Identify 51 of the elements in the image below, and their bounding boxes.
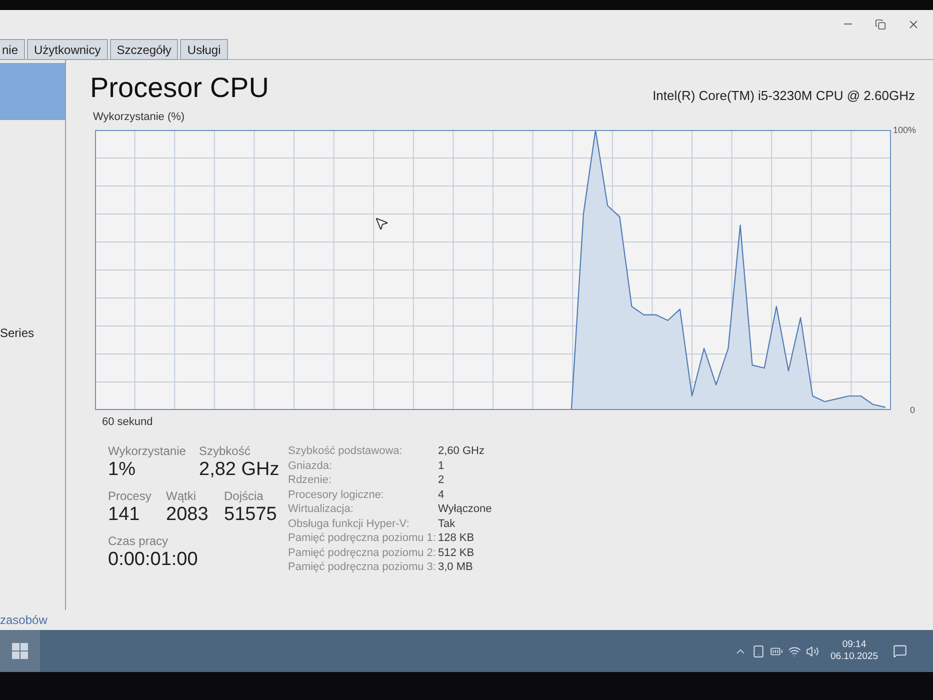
detail-label: Pamięć podręczna poziomu 3: [288,560,437,574]
stat-label: Wykorzystanie [108,444,187,458]
cpu-model-label: Intel(R) Core(TM) i5-3230M CPU @ 2.60GHz [652,88,915,104]
detail-label: Obsługa funkcji Hyper-V: [288,516,410,531]
tab[interactable]: Użytkownicy [27,39,108,60]
detail-label: Pamięć podręczna poziomu 2: [288,546,437,560]
taskbar-clock[interactable]: 09:14 06.10.2025 [830,639,878,663]
panel-title: Procesor CPU [90,72,269,104]
detail-value: 2,60 GHz [438,444,486,458]
chart-y-label: Wykorzystanie (%) [93,110,185,124]
detail-value: 1 [438,458,446,473]
stat-label: Dojścia [224,489,264,503]
mouse-pointer-icon [374,216,389,231]
time-span-label: 60 sekund [102,415,153,430]
footer-link[interactable]: zasobów [0,613,48,627]
stat-value: 0:00:01:00 [108,548,199,572]
detail-label: Procesory logiczne: [288,488,385,502]
y-tick-label: 0 [908,404,915,416]
stat-value: 1% [108,458,136,482]
detail-value: Tak [438,516,456,531]
detail-value: 512 KB [438,546,476,560]
notification-icon[interactable] [893,644,907,658]
tab[interactable]: Szczegóły [110,39,178,60]
stat-label: Wątki [166,489,197,503]
detail-value: 3,0 MB [438,560,474,574]
detail-value: Wyłączone [438,502,492,516]
detail-value: 2 [438,473,446,488]
detail-label: Wirtualizacja: [288,502,354,516]
stat-value: 141 [108,503,141,527]
detail-value: 128 KB [438,531,476,546]
detail-label: Pamięć podręczna poziomu 1: [288,531,437,546]
start-icon [12,643,28,659]
tab[interactable]: Usługi [180,39,228,60]
stat-label: Czas pracy [108,534,170,548]
sidebar-item[interactable]: Series [0,325,65,341]
tab[interactable]: nie [0,39,26,60]
stat-value: 2,82 GHz [199,458,280,482]
detail-value: 4 [438,488,446,502]
volume-icon[interactable] [806,644,820,658]
stat-value: 51575 [224,503,278,527]
stat-label: Szybkość [199,444,252,458]
detail-label: Gniazda: [288,458,334,473]
detail-label: Rdzenie: [288,473,332,488]
restore-icon [875,18,886,30]
wifi-icon[interactable] [788,644,802,658]
stat-label: Procesy [108,489,152,503]
tablet-icon[interactable] [752,644,766,658]
stat-value: 2083 [166,503,210,527]
detail-label: Szybkość podstawowa: [288,444,404,458]
start-button[interactable] [0,630,40,672]
y-tick-label: 100% [893,124,915,136]
